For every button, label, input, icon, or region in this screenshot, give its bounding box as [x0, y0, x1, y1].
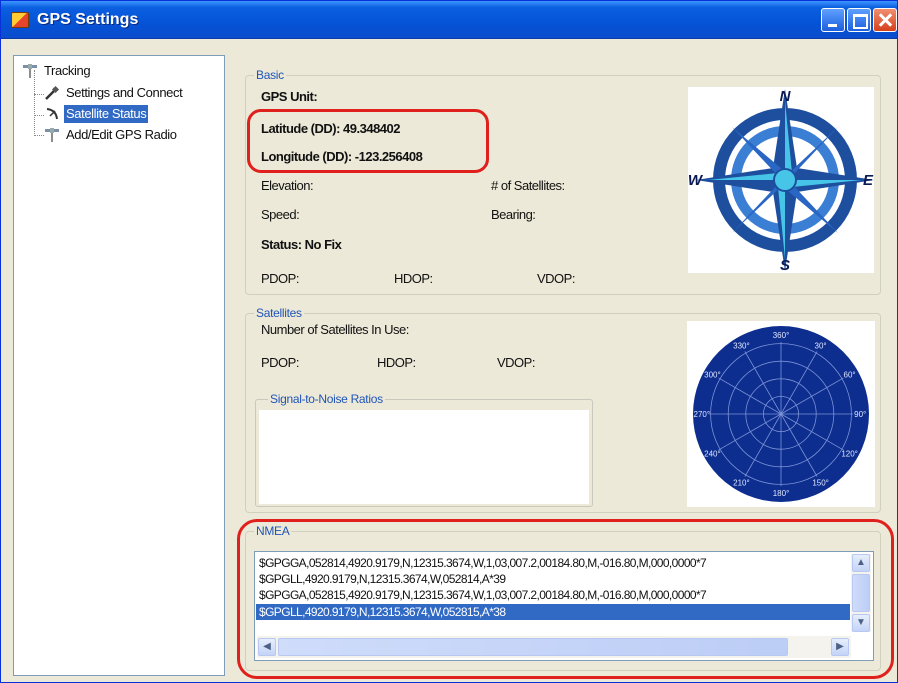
nmea-line-selected[interactable]: $GPGLL,4920.9179,N,12315.3674,W,052815,A… [256, 604, 850, 620]
signal-to-noise-group: Signal-to-Noise Ratios [255, 392, 593, 507]
compass-rose-icon: N S W E [688, 88, 874, 274]
tree-item-label: Add/Edit GPS Radio [66, 127, 177, 142]
scroll-right-button[interactable]: ▶ [831, 638, 849, 656]
sky-plot-bearing-label: 360° [773, 331, 790, 340]
gps-settings-window: GPS Settings Tracking Settings and Conne… [0, 0, 898, 683]
horizontal-scroll-thumb[interactable] [278, 638, 788, 656]
chevron-up-icon: ▲ [856, 557, 866, 568]
sky-plot-bearing-label: 120° [841, 450, 858, 459]
highlight-ring-coordinates [247, 109, 489, 173]
status-label: Status: No Fix [261, 237, 342, 252]
nmea-listbox[interactable]: $GPGGA,052814,4920.9179,N,12315.3674,W,1… [254, 551, 874, 661]
basic-legend: Basic [254, 68, 286, 82]
snr-legend: Signal-to-Noise Ratios [268, 392, 385, 406]
basic-vdop-label: VDOP: [537, 271, 575, 286]
plug-icon [45, 85, 60, 100]
basic-hdop-label: HDOP: [394, 271, 433, 286]
chevron-left-icon: ◀ [263, 641, 271, 652]
bearing-label: Bearing: [491, 207, 536, 222]
snr-panel [259, 410, 589, 504]
sky-plot-bearing-label: 210° [733, 479, 750, 488]
sky-plot-svg: 360° 30° 60° 90° 120° 150° 180° 210° 240° 270° 300… [693, 326, 869, 502]
compass-w-label: W [688, 172, 704, 189]
satellites-vdop-label: VDOP: [497, 355, 535, 370]
close-button[interactable] [873, 8, 897, 32]
satellite-sky-plot: 360° 30° 60° 90° 120° 150° 180° 210° 240° 270° 300… [687, 321, 875, 507]
basic-pdop-label: PDOP: [261, 271, 299, 286]
satellites-hdop-label: HDOP: [377, 355, 416, 370]
elevation-label: Elevation: [261, 178, 314, 193]
gps-unit-label: GPS Unit: [261, 89, 318, 104]
tree-connector [34, 94, 44, 95]
compass-e-label: E [863, 172, 874, 189]
sky-plot-bearing-label: 240° [704, 450, 721, 459]
nmea-vertical-scrollbar[interactable]: ▲ ▼ [851, 554, 871, 632]
satellites-pdop-label: PDOP: [261, 355, 299, 370]
satellite-dish-icon [46, 108, 58, 120]
tree-item-label: Tracking [44, 63, 91, 78]
num-satellites-label: # of Satellites: [491, 178, 565, 193]
tree-connector [34, 135, 44, 136]
tree-item-label: Settings and Connect [66, 85, 183, 100]
sky-plot-bearing-label: 60° [844, 370, 856, 379]
scroll-up-button[interactable]: ▲ [852, 554, 870, 572]
nmea-line[interactable]: $GPGGA,052814,4920.9179,N,12315.3674,W,1… [259, 555, 847, 571]
window-title: GPS Settings [37, 11, 139, 28]
sky-plot-bearing-label: 90° [854, 410, 866, 419]
settings-tree[interactable]: Tracking Settings and Connect Satellite … [13, 55, 225, 676]
sky-plot-bearing-label: 330° [733, 341, 750, 350]
satellites-legend: Satellites [254, 306, 304, 320]
compass-n-label: N [780, 88, 792, 105]
satellites-in-use-label: Number of Satellites In Use: [261, 322, 409, 337]
compass-s-label: S [780, 257, 790, 273]
compass-rose: N S W E [688, 87, 874, 274]
app-icon [11, 12, 29, 28]
sky-plot-bearing-label: 150° [812, 479, 829, 488]
scroll-left-button[interactable]: ◀ [258, 638, 276, 656]
maximize-button[interactable] [847, 8, 871, 32]
nmea-line[interactable]: $GPGGA,052815,4920.9179,N,12315.3674,W,1… [259, 587, 847, 603]
speed-label: Speed: [261, 207, 300, 222]
tree-connector [34, 115, 44, 116]
tree-connector [34, 70, 35, 134]
nmea-line[interactable]: $GPGLL,4920.9179,N,12315.3674,W,052814,A… [259, 571, 847, 587]
nmea-horizontal-scrollbar[interactable]: ◀ ▶ [257, 636, 851, 658]
vertical-scroll-thumb[interactable] [852, 574, 870, 612]
sky-plot-bearing-label: 270° [694, 410, 711, 419]
satellite-icon [23, 64, 37, 78]
sky-plot-bearing-label: 300° [704, 370, 721, 379]
chevron-down-icon: ▼ [856, 617, 866, 628]
minimize-button[interactable] [821, 8, 845, 32]
sky-plot-bearing-label: 30° [815, 341, 827, 350]
antenna-icon [45, 128, 59, 142]
sky-plot-bearing-label: 180° [773, 489, 790, 498]
chevron-right-icon: ▶ [836, 641, 844, 652]
tree-item-label: Satellite Status [64, 105, 149, 123]
scroll-down-button[interactable]: ▼ [852, 614, 870, 632]
title-bar[interactable]: GPS Settings [1, 1, 897, 39]
